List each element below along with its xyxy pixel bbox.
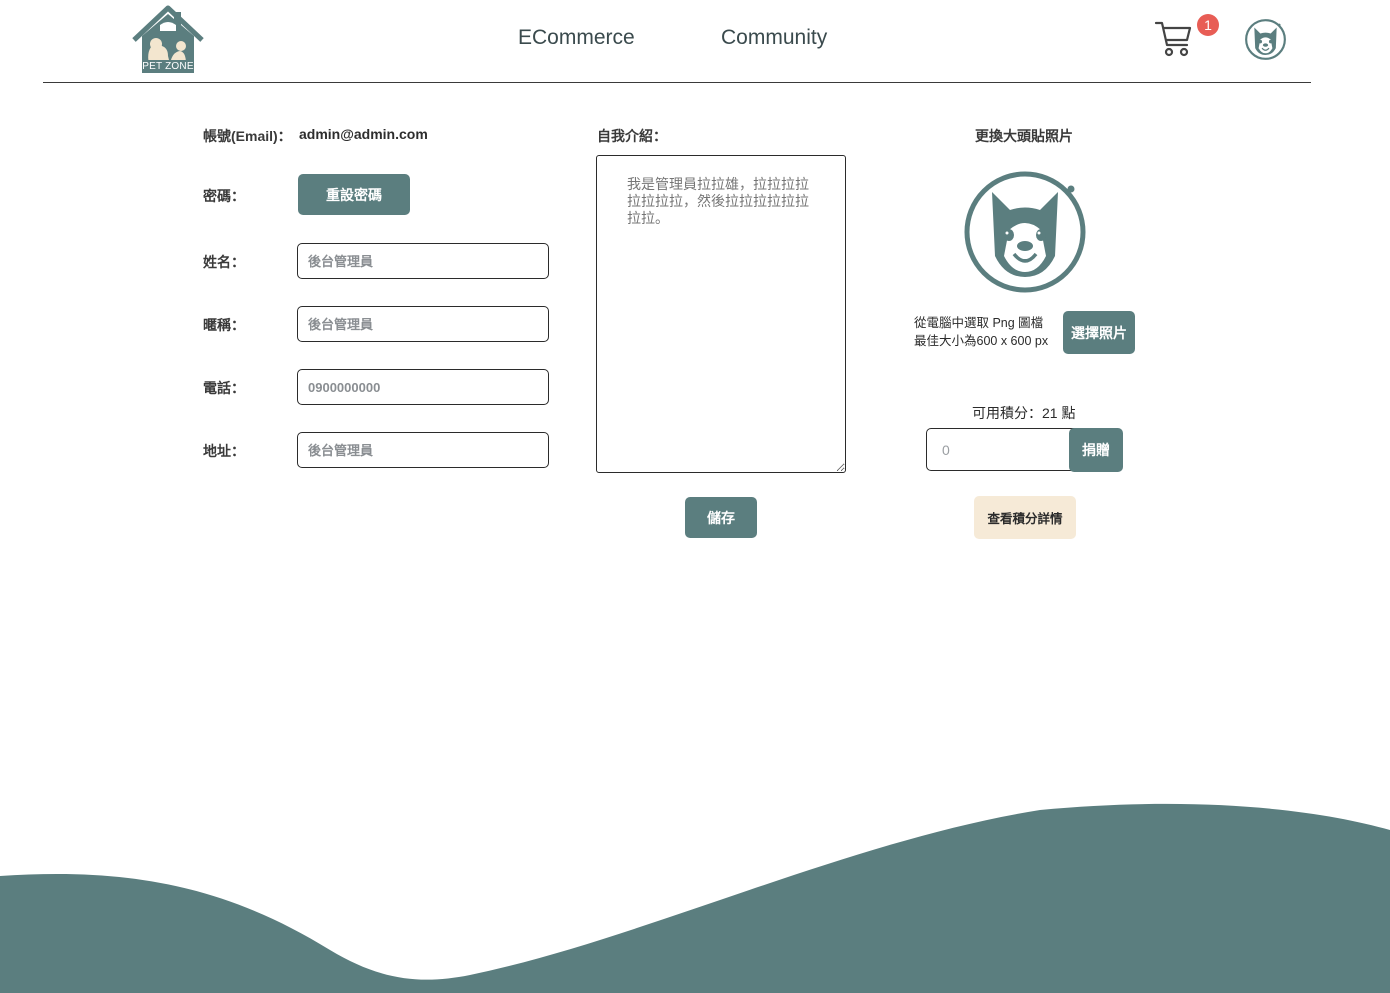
header-divider [43,82,1311,83]
intro-label: 自我介紹： [597,128,667,144]
cart-count-badge: 1 [1197,14,1219,36]
self-intro-textarea[interactable] [596,155,846,473]
account-label: 帳號(Email)： [203,128,292,144]
nickname-label: 暱稱： [203,317,245,333]
password-label: 密碼： [203,188,245,204]
profile-avatar-icon [964,171,1086,293]
hint-line-size: 最佳大小為600 x 600 px [914,334,1049,348]
footer-wave [0,803,1390,993]
donate-points-input[interactable] [926,428,1076,471]
address-label: 地址： [203,443,245,459]
name-label: 姓名： [203,254,245,270]
available-points-text: 可用積分：21 點 [972,405,1076,421]
change-avatar-title: 更換大頭貼照片 [975,128,1073,144]
view-points-details-button[interactable]: 查看積分詳情 [974,496,1076,539]
choose-photo-button[interactable]: 選擇照片 [1063,311,1135,354]
donate-button[interactable]: 捐贈 [1069,428,1123,472]
name-input[interactable] [297,243,549,279]
save-button[interactable]: 儲存 [685,497,757,538]
phone-input[interactable] [297,369,549,405]
user-avatar-icon[interactable] [1244,18,1287,61]
top-navbar: PET ZONE ECommerce Community 1 [0,0,1390,83]
phone-label: 電話： [203,380,245,396]
nav-community-link[interactable]: Community [721,26,827,50]
reset-password-button[interactable]: 重設密碼 [298,174,410,215]
nav-ecommerce-link[interactable]: ECommerce [518,26,635,50]
cart-icon[interactable] [1154,18,1194,58]
nickname-input[interactable] [297,306,549,342]
account-email-value: admin@admin.com [299,126,428,142]
hint-line-format: 從電腦中選取 Png 圖檔 [914,316,1044,330]
avatar-upload-hint: 從電腦中選取 Png 圖檔 最佳大小為600 x 600 px [914,314,1048,350]
address-input[interactable] [297,432,549,468]
logo-text: PET ZONE [142,60,194,73]
